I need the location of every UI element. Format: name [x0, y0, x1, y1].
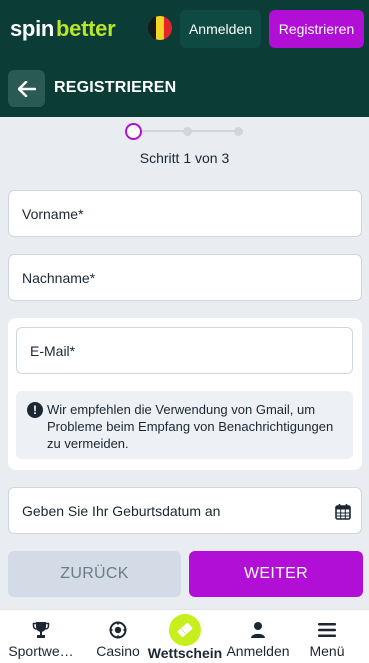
logo-primary: spin — [10, 16, 55, 41]
email-field[interactable]: E-Mail* — [16, 327, 353, 374]
logo-secondary: better — [56, 16, 116, 41]
calendar-icon[interactable] — [335, 503, 351, 520]
nav-casino-label: Casino — [96, 643, 140, 659]
nav-sports[interactable]: Sportwe… — [0, 610, 82, 663]
ticket-icon — [177, 623, 193, 637]
title-bar: REGISTRIEREN — [0, 60, 369, 117]
birthdate-field[interactable]: Geben Sie Ihr Geburtsdatum an — [8, 487, 362, 534]
email-hint: ! Wir empfehlen die Verwendung von Gmail… — [16, 391, 353, 459]
step-1-indicator — [125, 123, 142, 140]
user-icon — [251, 622, 265, 638]
nav-sports-label: Sportwe… — [8, 643, 74, 659]
page-title: REGISTRIEREN — [54, 79, 177, 96]
email-placeholder: E-Mail* — [30, 342, 76, 359]
step-label: Schritt 1 von 3 — [139, 150, 230, 166]
bet-slip-button[interactable] — [169, 614, 201, 646]
step-2-indicator — [183, 127, 192, 136]
email-card: E-Mail* ! Wir empfehlen die Verwendung v… — [8, 318, 362, 470]
nav-menu[interactable]: Menü — [294, 610, 360, 663]
first-name-field[interactable]: Vorname* — [8, 190, 362, 237]
top-bar: spin better Anmelden Registrieren — [0, 0, 369, 60]
last-name-placeholder: Nachname* — [22, 269, 96, 286]
trophy-icon — [32, 622, 50, 638]
nav-login-label: Anmelden — [226, 643, 290, 659]
step-progress — [125, 122, 245, 140]
next-button[interactable]: WEITER — [189, 551, 363, 597]
step-3-indicator — [234, 127, 243, 136]
first-name-placeholder: Vorname* — [22, 205, 84, 222]
brand-logo[interactable]: spin better — [10, 16, 116, 42]
menu-icon — [318, 623, 336, 637]
bet-slip-label: Wettschein — [147, 645, 223, 661]
login-button[interactable]: Anmelden — [180, 10, 261, 48]
arrow-left-icon — [17, 80, 36, 97]
last-name-field[interactable]: Nachname* — [8, 254, 362, 301]
register-button[interactable]: Registrieren — [269, 10, 364, 48]
language-flag-icon[interactable] — [148, 16, 172, 40]
casino-chip-icon — [109, 621, 127, 639]
nav-menu-label: Menü — [309, 643, 345, 659]
email-hint-text: Wir empfehlen die Verwendung von Gmail, … — [47, 402, 334, 451]
exclamation-icon: ! — [27, 402, 43, 418]
back-arrow-button[interactable] — [8, 70, 45, 107]
nav-login[interactable]: Anmelden — [222, 610, 294, 663]
birthdate-placeholder: Geben Sie Ihr Geburtsdatum an — [22, 502, 221, 519]
back-button[interactable]: ZURÜCK — [8, 551, 181, 597]
